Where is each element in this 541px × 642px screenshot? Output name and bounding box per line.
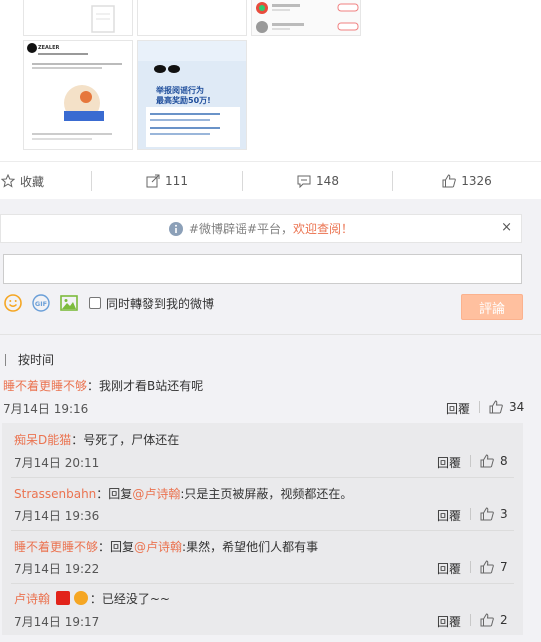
comment-like-button[interactable]: 2 — [480, 613, 508, 627]
repost-checkbox-label: 同时轉發到我的微博 — [106, 296, 215, 311]
comment-input[interactable] — [3, 254, 522, 284]
favorite-button[interactable]: 收藏 — [0, 162, 45, 200]
favorite-label: 收藏 — [19, 174, 44, 189]
like-count: 2 — [500, 613, 508, 627]
close-icon[interactable]: × — [501, 220, 512, 235]
divider — [11, 530, 514, 531]
sort-indicator — [5, 353, 6, 366]
thumbs-up-icon — [480, 507, 494, 521]
post-action-bar: 收藏 111 148 1326 — [0, 161, 541, 199]
media-thumbnail-4[interactable]: ZEALER — [23, 40, 133, 150]
divider — [11, 477, 514, 478]
comment-like-button[interactable]: 8 — [480, 454, 508, 468]
thumbs-up-icon — [442, 174, 457, 188]
divider — [470, 455, 471, 467]
media-thumbnail-3[interactable] — [251, 0, 361, 36]
comment-username[interactable]: 痴呆D能猫 — [14, 433, 71, 447]
sort-label: 按时间 — [18, 353, 55, 367]
divider — [11, 583, 514, 584]
comment-text: :只是主页被屏蔽，视频都还在。 — [180, 487, 353, 501]
image-icon[interactable] — [59, 293, 79, 313]
like-count: 7 — [500, 560, 508, 574]
post-comment-button[interactable]: 評論 — [461, 294, 523, 320]
repost-checkbox[interactable]: 同时轉發到我的微博 — [89, 295, 214, 312]
comment-username[interactable]: Strassenbahn — [14, 487, 96, 501]
divider — [0, 334, 541, 335]
checkbox-box[interactable] — [89, 297, 101, 309]
thumbs-up-icon — [480, 454, 494, 468]
repost-button[interactable]: 111 — [100, 162, 234, 200]
sub-comment-item: 睡不着更睡不够：回复@卢诗翰:果然，希望他们人都有事 — [14, 538, 318, 555]
info-icon — [168, 221, 183, 236]
media-thumbnail-5[interactable]: 举报阅谣行为 最高奖励50万! — [137, 40, 247, 150]
divider — [392, 171, 393, 191]
comment-username[interactable]: 睡不着更睡不够 — [3, 379, 87, 393]
reply-button[interactable]: 回覆 — [437, 560, 461, 577]
comment-username[interactable]: 卢诗翰 — [14, 592, 50, 606]
comment-time: 7月14日 19:17 — [14, 615, 100, 629]
comment-like-button[interactable]: 3 — [480, 507, 508, 521]
comment-time: 7月14日 19:36 — [14, 509, 100, 523]
like-button[interactable]: 1326 — [400, 162, 534, 200]
media-thumbnail-1[interactable] — [23, 0, 133, 36]
reply-button[interactable]: 回覆 — [446, 400, 470, 417]
thumbs-up-icon — [489, 400, 503, 414]
document-icon — [91, 5, 115, 33]
comment-time: 7月14日 19:22 — [14, 562, 100, 576]
comment-text: :果然，希望他们人都有事 — [182, 540, 319, 554]
sub-comment-item: 卢诗翰 ：已经没了~~ — [14, 590, 170, 607]
comment-count: 148 — [316, 174, 339, 188]
post-media-area: ZEALER 举报阅谣行为 最高奖励50万! — [0, 0, 541, 161]
thumbs-up-icon — [480, 613, 494, 627]
reply-button[interactable]: 回覆 — [437, 454, 461, 471]
gif-icon[interactable]: GIF — [31, 293, 51, 313]
comment-text: ：我刚才看B站还有呢 — [87, 379, 204, 393]
sort-by-time[interactable]: 按时间 — [5, 351, 54, 368]
notice-text: #微博辟谣#平台， — [188, 222, 294, 236]
sub-comment-list: 痴呆D能猫：号死了，尸体还在 7月14日 20:11 回覆 8 Strassen… — [2, 423, 523, 635]
media-thumbnail-2[interactable] — [137, 0, 247, 36]
divider — [470, 508, 471, 520]
divider — [470, 614, 471, 626]
like-count: 8 — [500, 454, 508, 468]
comment-text: ：号死了，尸体还在 — [71, 433, 180, 447]
comment-username[interactable]: 睡不着更睡不够 — [14, 540, 98, 554]
mention-link[interactable]: @卢诗翰 — [132, 487, 180, 501]
comment-time: 7月14日 19:16 — [3, 402, 89, 416]
sub-comment-item: 痴呆D能猫：号死了，尸体还在 — [14, 431, 179, 448]
repost-count: 111 — [165, 174, 188, 188]
composer-toolbar: GIF 同时轉發到我的微博 — [3, 292, 214, 314]
comment-like-button[interactable]: 34 — [489, 400, 524, 414]
svg-text:GIF: GIF — [35, 300, 47, 308]
divider — [91, 171, 92, 191]
like-count: 3 — [500, 507, 508, 521]
rumor-notice-bar: #微博辟谣#平台， 欢迎查阅！ × — [0, 214, 522, 243]
reply-button[interactable]: 回覆 — [437, 507, 461, 524]
comment-text: ：已经没了~~ — [89, 592, 170, 606]
sub-comment-item: Strassenbahn：回复@卢诗翰:只是主页被屏蔽，视频都还在。 — [14, 485, 352, 502]
emoji-icon[interactable] — [3, 293, 23, 313]
mention-link[interactable]: @卢诗翰 — [134, 540, 182, 554]
verified-badge-icon — [55, 591, 70, 605]
like-count: 34 — [509, 400, 525, 414]
notice-link[interactable]: 欢迎查阅！ — [293, 220, 353, 237]
reply-prefix: ：回复 — [98, 540, 135, 554]
fan-badge-icon — [73, 591, 88, 605]
comment-like-button[interactable]: 7 — [480, 560, 508, 574]
reply-button[interactable]: 回覆 — [437, 613, 461, 630]
divider — [242, 171, 243, 191]
reply-prefix: ：回复 — [96, 487, 133, 501]
like-count: 1326 — [461, 174, 492, 188]
poster-subtitle: 最高奖励50万! — [156, 96, 211, 105]
divider — [470, 561, 471, 573]
share-icon — [146, 174, 160, 188]
comment-button[interactable]: 148 — [251, 162, 385, 200]
comment-item: 睡不着更睡不够：我刚才看B站还有呢 — [3, 377, 203, 394]
divider — [479, 401, 480, 413]
star-icon — [0, 174, 15, 188]
comment-icon — [297, 175, 311, 188]
thumbs-up-icon — [480, 560, 494, 574]
comment-time: 7月14日 20:11 — [14, 456, 100, 470]
